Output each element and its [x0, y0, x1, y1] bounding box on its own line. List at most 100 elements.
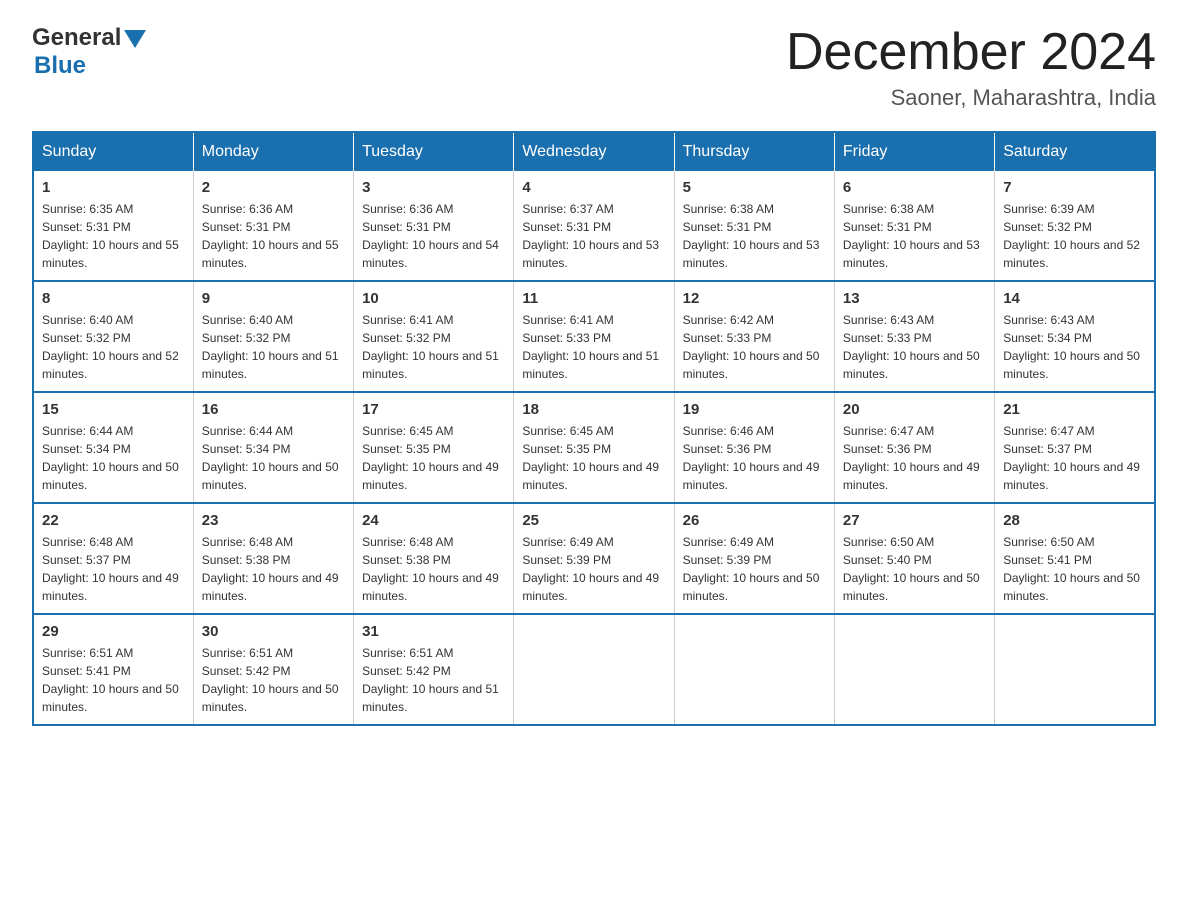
calendar-day-cell: 30 Sunrise: 6:51 AMSunset: 5:42 PMDayligh…: [193, 614, 353, 725]
calendar-day-cell: 14 Sunrise: 6:43 AMSunset: 5:34 PMDayligh…: [995, 281, 1155, 392]
day-info: Sunrise: 6:48 AMSunset: 5:37 PMDaylight:…: [42, 533, 185, 605]
calendar-day-cell: 12Sunrise: 6:42 AMSunset: 5:33 PMDayligh…: [674, 281, 834, 392]
day-number: 29: [42, 623, 185, 640]
calendar-day-cell: 6 Sunrise: 6:38 AMSunset: 5:31 PMDaylight…: [834, 171, 994, 281]
calendar-subtitle: Saoner, Maharashtra, India: [786, 85, 1156, 111]
day-number: 13: [843, 290, 986, 307]
calendar-table: Sunday Monday Tuesday Wednesday Thursday…: [32, 131, 1156, 726]
col-sunday: Sunday: [33, 132, 193, 171]
day-info: Sunrise: 6:43 AMSunset: 5:33 PMDaylight:…: [843, 311, 986, 383]
day-number: 14: [1003, 290, 1146, 307]
calendar-day-cell: 22 Sunrise: 6:48 AMSunset: 5:37 PMDayligh…: [33, 503, 193, 614]
day-info: Sunrise: 6:45 AMSunset: 5:35 PMDaylight:…: [362, 422, 505, 494]
calendar-day-cell: 21Sunrise: 6:47 AMSunset: 5:37 PMDayligh…: [995, 392, 1155, 503]
calendar-day-cell: 27Sunrise: 6:50 AMSunset: 5:40 PMDayligh…: [834, 503, 994, 614]
day-number: 3: [362, 179, 505, 196]
calendar-day-cell: 31 Sunrise: 6:51 AMSunset: 5:42 PMDayligh…: [354, 614, 514, 725]
logo-blue-text: Blue: [34, 52, 146, 80]
day-number: 30: [202, 623, 345, 640]
col-saturday: Saturday: [995, 132, 1155, 171]
day-info: Sunrise: 6:44 AMSunset: 5:34 PMDaylight:…: [202, 422, 345, 494]
calendar-day-cell: 24 Sunrise: 6:48 AMSunset: 5:38 PMDayligh…: [354, 503, 514, 614]
calendar-day-cell: 8Sunrise: 6:40 AMSunset: 5:32 PMDaylight…: [33, 281, 193, 392]
day-info: Sunrise: 6:38 AMSunset: 5:31 PMDaylight:…: [683, 200, 826, 272]
calendar-day-cell: 19Sunrise: 6:46 AMSunset: 5:36 PMDayligh…: [674, 392, 834, 503]
logo-line1: General: [32, 24, 146, 52]
col-tuesday: Tuesday: [354, 132, 514, 171]
calendar-week-row: 29 Sunrise: 6:51 AMSunset: 5:41 PMDayligh…: [33, 614, 1155, 725]
calendar-day-cell: 26 Sunrise: 6:49 AMSunset: 5:39 PMDayligh…: [674, 503, 834, 614]
calendar-title: December 2024: [786, 24, 1156, 81]
calendar-day-cell: 1 Sunrise: 6:35 AMSunset: 5:31 PMDaylight…: [33, 171, 193, 281]
calendar-week-row: 8Sunrise: 6:40 AMSunset: 5:32 PMDaylight…: [33, 281, 1155, 392]
calendar-day-cell: [514, 614, 674, 725]
calendar-day-cell: 23 Sunrise: 6:48 AMSunset: 5:38 PMDayligh…: [193, 503, 353, 614]
day-number: 10: [362, 290, 505, 307]
logo-triangle-icon: [124, 30, 146, 48]
day-number: 23: [202, 512, 345, 529]
calendar-day-cell: 13 Sunrise: 6:43 AMSunset: 5:33 PMDayligh…: [834, 281, 994, 392]
day-info: Sunrise: 6:45 AMSunset: 5:35 PMDaylight:…: [522, 422, 665, 494]
calendar-day-cell: [834, 614, 994, 725]
calendar-day-cell: 20 Sunrise: 6:47 AMSunset: 5:36 PMDayligh…: [834, 392, 994, 503]
calendar-day-cell: 17 Sunrise: 6:45 AMSunset: 5:35 PMDayligh…: [354, 392, 514, 503]
calendar-day-cell: 16 Sunrise: 6:44 AMSunset: 5:34 PMDayligh…: [193, 392, 353, 503]
calendar-day-cell: 10Sunrise: 6:41 AMSunset: 5:32 PMDayligh…: [354, 281, 514, 392]
day-number: 22: [42, 512, 185, 529]
calendar-header: Sunday Monday Tuesday Wednesday Thursday…: [33, 132, 1155, 171]
calendar-week-row: 1 Sunrise: 6:35 AMSunset: 5:31 PMDaylight…: [33, 171, 1155, 281]
day-info: Sunrise: 6:49 AMSunset: 5:39 PMDaylight:…: [522, 533, 665, 605]
calendar-day-cell: 9 Sunrise: 6:40 AMSunset: 5:32 PMDaylight…: [193, 281, 353, 392]
day-number: 17: [362, 401, 505, 418]
day-number: 20: [843, 401, 986, 418]
day-number: 7: [1003, 179, 1146, 196]
day-info: Sunrise: 6:50 AMSunset: 5:40 PMDaylight:…: [843, 533, 986, 605]
day-info: Sunrise: 6:51 AMSunset: 5:42 PMDaylight:…: [202, 644, 345, 716]
day-info: Sunrise: 6:47 AMSunset: 5:36 PMDaylight:…: [843, 422, 986, 494]
calendar-day-cell: 15Sunrise: 6:44 AMSunset: 5:34 PMDayligh…: [33, 392, 193, 503]
calendar-week-row: 15 Sunrise: 6:44 AMSunset: 5:34 PMDayligh…: [33, 392, 1155, 503]
day-number: 15: [42, 401, 185, 418]
logo-general-text: General: [32, 24, 121, 52]
day-number: 11: [522, 290, 665, 307]
day-number: 12: [683, 290, 826, 307]
page-header: General Blue December 2024 Saoner, Mahar…: [32, 24, 1156, 111]
day-info: Sunrise: 6:35 AMSunset: 5:31 PMDaylight:…: [42, 200, 185, 272]
day-info: Sunrise: 6:49 AMSunset: 5:39 PMDaylight:…: [683, 533, 826, 605]
day-info: Sunrise: 6:48 AMSunset: 5:38 PMDaylight:…: [202, 533, 345, 605]
calendar-week-row: 22 Sunrise: 6:48 AMSunset: 5:37 PMDayligh…: [33, 503, 1155, 614]
day-number: 24: [362, 512, 505, 529]
col-friday: Friday: [834, 132, 994, 171]
day-number: 21: [1003, 401, 1146, 418]
col-thursday: Thursday: [674, 132, 834, 171]
day-number: 18: [522, 401, 665, 418]
day-info: Sunrise: 6:37 AMSunset: 5:31 PMDaylight:…: [522, 200, 665, 272]
calendar-day-cell: 11Sunrise: 6:41 AMSunset: 5:33 PMDayligh…: [514, 281, 674, 392]
day-info: Sunrise: 6:40 AMSunset: 5:32 PMDaylight:…: [202, 311, 345, 383]
day-number: 6: [843, 179, 986, 196]
calendar-day-cell: 2Sunrise: 6:36 AMSunset: 5:31 PMDaylight…: [193, 171, 353, 281]
day-number: 1: [42, 179, 185, 196]
day-number: 4: [522, 179, 665, 196]
day-info: Sunrise: 6:51 AMSunset: 5:42 PMDaylight:…: [362, 644, 505, 716]
day-info: Sunrise: 6:50 AMSunset: 5:41 PMDaylight:…: [1003, 533, 1146, 605]
calendar-day-cell: 7Sunrise: 6:39 AMSunset: 5:32 PMDaylight…: [995, 171, 1155, 281]
day-info: Sunrise: 6:36 AMSunset: 5:31 PMDaylight:…: [362, 200, 505, 272]
calendar-day-cell: 3 Sunrise: 6:36 AMSunset: 5:31 PMDaylight…: [354, 171, 514, 281]
day-number: 31: [362, 623, 505, 640]
day-info: Sunrise: 6:48 AMSunset: 5:38 PMDaylight:…: [362, 533, 505, 605]
day-number: 9: [202, 290, 345, 307]
day-info: Sunrise: 6:51 AMSunset: 5:41 PMDaylight:…: [42, 644, 185, 716]
day-info: Sunrise: 6:43 AMSunset: 5:34 PMDaylight:…: [1003, 311, 1146, 383]
day-number: 26: [683, 512, 826, 529]
day-number: 28: [1003, 512, 1146, 529]
day-info: Sunrise: 6:38 AMSunset: 5:31 PMDaylight:…: [843, 200, 986, 272]
day-number: 16: [202, 401, 345, 418]
calendar-day-cell: 4 Sunrise: 6:37 AMSunset: 5:31 PMDaylight…: [514, 171, 674, 281]
day-number: 5: [683, 179, 826, 196]
calendar-day-cell: 5 Sunrise: 6:38 AMSunset: 5:31 PMDaylight…: [674, 171, 834, 281]
calendar-day-cell: 18 Sunrise: 6:45 AMSunset: 5:35 PMDayligh…: [514, 392, 674, 503]
calendar-day-cell: [995, 614, 1155, 725]
day-number: 25: [522, 512, 665, 529]
day-info: Sunrise: 6:36 AMSunset: 5:31 PMDaylight:…: [202, 200, 345, 272]
